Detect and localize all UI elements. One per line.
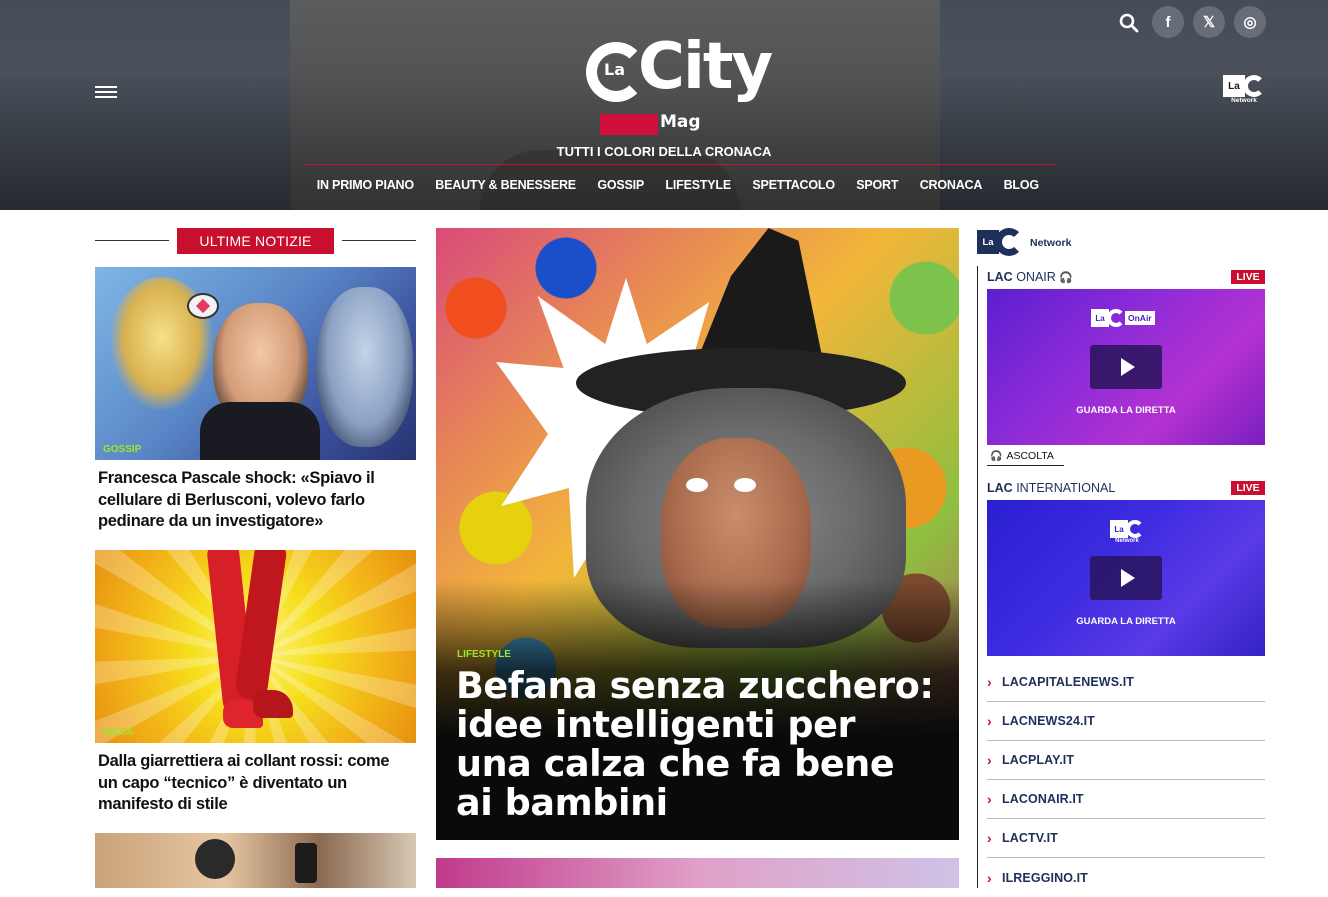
nav-item-blog[interactable]: BLOG (993, 178, 1050, 192)
featured-category: LIFESTYLE (457, 649, 511, 660)
facebook-icon[interactable]: f (1152, 6, 1184, 38)
news-card-title[interactable]: Francesca Pascale shock: «Spiavo il cell… (98, 468, 408, 533)
lac-network-logo-dark[interactable]: La Network (977, 228, 1087, 256)
heart-bubble-icon (187, 293, 219, 319)
nav-item-gossip[interactable]: GOSSIP (587, 178, 655, 192)
link-lacapitalenews[interactable]: › LACAPITALENEWS.IT (987, 663, 1265, 702)
link-ilreggino[interactable]: › ILREGGINO.IT (987, 858, 1265, 897)
chevron-right-icon: › (987, 674, 992, 690)
lac-network-video-logo: La Network (1107, 520, 1147, 544)
play-icon[interactable] (1090, 345, 1162, 389)
sidebar-divider (977, 266, 978, 888)
chevron-right-icon: › (987, 791, 992, 807)
card-category: MODA (103, 727, 134, 738)
menu-icon[interactable] (95, 86, 117, 98)
news-card-image[interactable]: MODA (95, 550, 416, 743)
live-badge: LIVE (1231, 270, 1265, 284)
chevron-right-icon: › (987, 752, 992, 768)
main-nav: IN PRIMO PIANO BEAUTY & BENESSERE GOSSIP… (306, 178, 1050, 192)
link-lactv[interactable]: › LACTV.IT (987, 819, 1265, 858)
latest-news-heading: ULTIME NOTIZIE (95, 228, 416, 254)
instagram-icon[interactable]: ◎ (1234, 6, 1266, 38)
site-header: f 𝕏 ◎ La City Mag TUTTI I COLORI DELLA C… (0, 0, 1328, 210)
link-laconair[interactable]: › LACONAIR.IT (987, 780, 1265, 819)
nav-item-spettacolo[interactable]: SPETTACOLO (742, 178, 846, 192)
live-badge: LIVE (1231, 481, 1265, 495)
site-logo[interactable]: La City Mag (586, 30, 776, 140)
news-card-title[interactable]: Dalla giarrettiera ai collant rossi: com… (98, 751, 408, 816)
article-card-image[interactable] (436, 858, 959, 888)
featured-article[interactable]: LIFESTYLE Befana senza zucchero: idee in… (436, 228, 959, 840)
header-divider (305, 164, 1055, 165)
link-lacnews24[interactable]: › LACNEWS24.IT (987, 702, 1265, 741)
headphones-icon: 🎧 (1059, 272, 1073, 284)
site-tagline: TUTTI I COLORI DELLA CRONACA (556, 144, 772, 159)
watch-live-label: GUARDA LA DIRETTA (1076, 405, 1176, 416)
x-icon[interactable]: 𝕏 (1193, 6, 1225, 38)
onair-video-player[interactable]: La OnAir GUARDA LA DIRETTA (987, 289, 1265, 445)
international-video-player[interactable]: La Network GUARDA LA DIRETTA (987, 500, 1265, 656)
chevron-right-icon: › (987, 869, 992, 886)
news-card-image[interactable]: GOSSIP (95, 267, 416, 460)
featured-title[interactable]: Befana senza zucchero: idee intelligenti… (456, 666, 936, 822)
nav-item-lifestyle[interactable]: LIFESTYLE (655, 178, 742, 192)
lac-network-logo[interactable]: La Network (1223, 75, 1265, 105)
chevron-right-icon: › (987, 713, 992, 729)
headphones-icon: 🎧 (990, 450, 1003, 462)
international-heading: LAC INTERNATIONAL (987, 481, 1116, 495)
news-card-image[interactable] (95, 833, 416, 888)
listen-button[interactable]: 🎧 ASCOLTA (987, 447, 1064, 466)
nav-item-beauty-benessere[interactable]: BEAUTY & BENESSERE (425, 178, 587, 192)
nav-item-cronaca[interactable]: CRONACA (909, 178, 993, 192)
search-icon[interactable] (1117, 6, 1141, 40)
nav-item-sport[interactable]: SPORT (846, 178, 909, 192)
onair-heading: LAC ONAIR 🎧 (987, 270, 1073, 284)
chevron-right-icon: › (987, 830, 992, 846)
nav-item-in-primo-piano[interactable]: IN PRIMO PIANO (306, 178, 425, 192)
play-icon[interactable] (1090, 556, 1162, 600)
lac-onair-logo: La OnAir (1091, 309, 1161, 333)
link-lacplay[interactable]: › LACPLAY.IT (987, 741, 1265, 780)
watch-live-label: GUARDA LA DIRETTA (1076, 616, 1176, 627)
card-category: GOSSIP (103, 444, 142, 455)
